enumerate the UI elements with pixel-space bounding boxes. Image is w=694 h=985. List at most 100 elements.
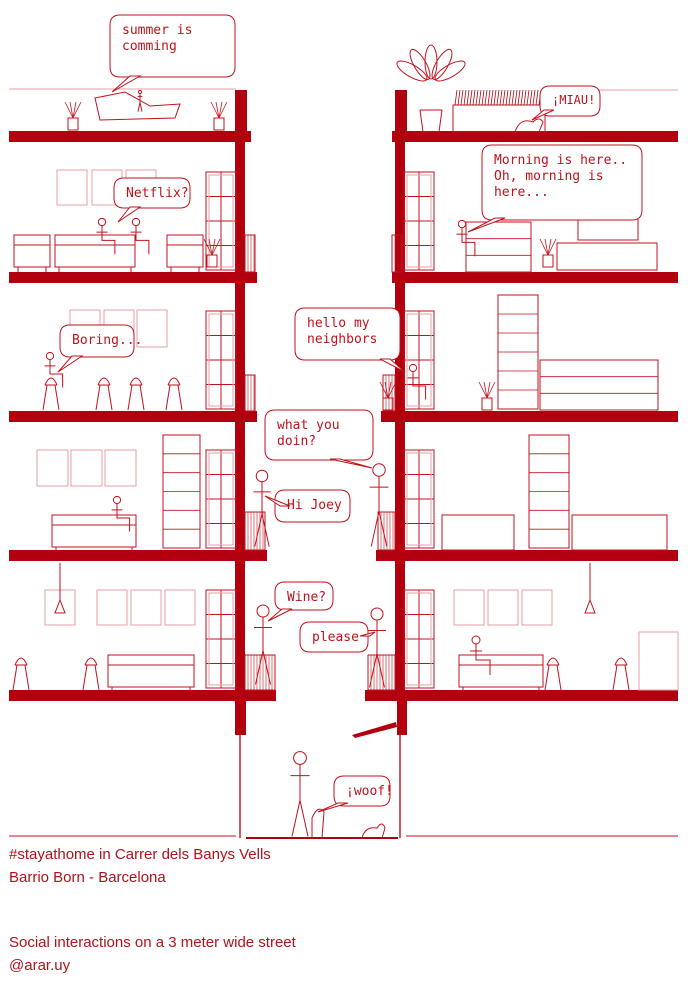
line	[54, 384, 60, 411]
bubble-text: hello my neighbors	[307, 316, 377, 347]
line	[24, 664, 30, 691]
bubble-tail	[57, 355, 84, 373]
grass	[529, 89, 533, 106]
person-head	[457, 219, 467, 229]
bubble-text: Wine?	[287, 590, 326, 605]
grass	[496, 89, 500, 106]
wall-frame	[96, 589, 128, 626]
line	[612, 664, 618, 691]
bubble-text: Boring...	[72, 333, 142, 348]
person-head	[293, 751, 307, 765]
caption-author: @arar.uy	[9, 957, 71, 974]
sofa-back	[107, 654, 195, 666]
building-section-drawing: summer is comming Netflix? Morning is here.…	[9, 14, 679, 839]
sofa	[54, 244, 136, 268]
floor-slab	[376, 550, 678, 561]
line	[544, 664, 550, 691]
grass	[511, 89, 515, 106]
line	[165, 384, 171, 411]
bubble-text-line: Wine?	[287, 590, 326, 605]
wall-frame	[453, 589, 485, 626]
sofa	[13, 244, 51, 268]
line	[556, 664, 562, 691]
person-body	[135, 225, 150, 255]
bubble-text-line: Netflix?	[126, 186, 189, 201]
speech-bubble-please: please	[299, 621, 376, 653]
grass	[484, 89, 488, 106]
bubble-tail	[267, 608, 293, 622]
person-head	[112, 495, 122, 505]
grass	[472, 89, 476, 106]
bubble-text: Netflix?	[126, 186, 189, 201]
speech-bubble-woof: ¡woof!	[317, 775, 393, 813]
bubble-text-line: Oh, morning is	[494, 169, 604, 184]
floor-slab	[9, 131, 251, 142]
sofa-back	[54, 234, 136, 246]
bubble-text-line: doin?	[277, 434, 316, 449]
floor-slab	[365, 690, 678, 701]
bubble-text-line: ¡MIAU!	[552, 93, 595, 107]
kitchen-counter	[638, 631, 679, 691]
potted-plant	[382, 397, 394, 411]
line	[95, 384, 101, 411]
cat	[514, 118, 544, 133]
potted-plant	[481, 397, 493, 411]
tv-stand	[556, 242, 658, 271]
line	[177, 384, 183, 411]
pendant-lamp	[584, 598, 596, 614]
line	[94, 664, 100, 691]
bubble-tail	[317, 802, 349, 813]
chair	[129, 377, 143, 386]
sofa-back	[51, 514, 137, 526]
line	[107, 384, 113, 411]
wall-frame	[164, 589, 196, 626]
speech-bubble-miau: ¡MIAU!	[531, 85, 601, 121]
line	[42, 384, 48, 411]
chair	[167, 377, 181, 386]
grass	[499, 89, 503, 106]
structural-column	[395, 90, 407, 132]
floor-slab	[9, 690, 276, 701]
structural-column	[397, 701, 407, 735]
grass	[475, 89, 479, 106]
structural-column	[235, 701, 246, 735]
bubble-text-line: Hi Joey	[287, 498, 342, 513]
bubble-text-line: comming	[122, 39, 177, 54]
grass	[454, 89, 458, 106]
bubble-text-line: here...	[494, 185, 549, 200]
person-body	[101, 225, 116, 255]
sun-lounger	[94, 91, 181, 121]
grass	[508, 89, 512, 106]
awning	[352, 722, 397, 738]
caption-description: Social interactions on a 3 meter wide st…	[9, 934, 296, 951]
bubble-text-line: Boring...	[72, 333, 142, 348]
cat	[361, 823, 386, 839]
person-body	[475, 644, 491, 675]
grass	[517, 89, 521, 106]
caption-location: Barrio Born - Barcelona	[9, 869, 166, 886]
person-head	[45, 351, 55, 361]
wall-frame	[487, 589, 519, 626]
floor-slab	[392, 131, 678, 142]
wall-frame	[70, 449, 103, 487]
pendant-lamp	[54, 598, 66, 614]
wall-frame	[56, 169, 88, 206]
caption-title: #stayathome in Carrer dels Banys Vells	[9, 846, 271, 863]
speech-bubble-morning: Morning is here.. Oh, morning is here...	[467, 144, 643, 233]
dog	[311, 808, 325, 839]
bubble-text-line: ¡woof!	[346, 784, 393, 799]
grass	[502, 89, 506, 106]
person-head	[137, 89, 143, 95]
grass	[514, 89, 518, 106]
wall-frame	[130, 589, 162, 626]
bookshelf	[539, 359, 659, 411]
person-head	[131, 217, 141, 227]
sofa-back	[166, 234, 204, 246]
potted-plant	[67, 117, 79, 131]
bubble-text-line: hello my	[307, 316, 370, 331]
line	[139, 384, 145, 411]
wall-frame	[521, 589, 553, 626]
floor-slab	[9, 272, 257, 283]
speech-bubble-netflix: Netflix?	[113, 177, 191, 223]
chair	[97, 377, 111, 386]
